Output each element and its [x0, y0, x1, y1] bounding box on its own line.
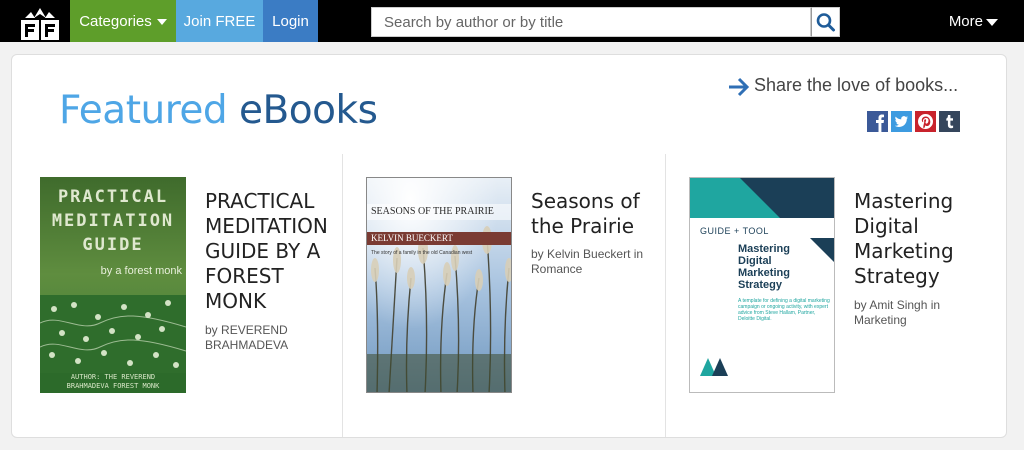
- categories-label: Categories: [79, 13, 152, 30]
- categories-menu-button[interactable]: Categories: [70, 0, 176, 42]
- top-nav-bar: Categories Join FREE Login More: [0, 0, 1024, 42]
- arrow-right-icon: [729, 77, 750, 97]
- cover-label: GUIDE + TOOL: [700, 226, 769, 236]
- cover-footer: AUTHOR: THE REVEREND BRAHMADEVA FOREST M…: [40, 373, 186, 391]
- cover-title: PRACTICAL MEDITATION GUIDE: [40, 185, 186, 257]
- more-menu-button[interactable]: More: [949, 0, 998, 44]
- category-link[interactable]: Marketing: [854, 313, 907, 327]
- cover-title-line: Strategy: [738, 279, 783, 291]
- column-divider: [342, 154, 343, 437]
- cover-title-line: Digital: [738, 255, 772, 267]
- cover-author: KELVIN BUECKERT: [371, 233, 453, 243]
- book-title-line: GUIDE BY A: [205, 239, 321, 263]
- book-title-line: MONK: [205, 289, 267, 313]
- heading-part-featured: Featured: [59, 88, 228, 133]
- byline-by: by: [531, 247, 544, 261]
- cover-title-line: Mastering: [738, 243, 790, 255]
- facebook-icon: [876, 114, 884, 132]
- search-bar: [371, 7, 840, 37]
- book-byline: by Amit Singh in Marketing: [854, 298, 989, 328]
- cover-title-line: PRACTICAL: [57, 187, 169, 207]
- pinterest-share-button[interactable]: [915, 111, 936, 132]
- cover-tagline: The story of a family in the old Canadia…: [371, 250, 473, 256]
- book-title[interactable]: Mastering Digital Marketing Strategy: [854, 189, 984, 289]
- book-title-line: Marketing: [854, 239, 954, 263]
- cover-title-line: GUIDE: [82, 235, 144, 255]
- cover-title: Mastering Digital Marketing Strategy: [738, 243, 790, 291]
- twitter-icon: [894, 116, 908, 127]
- cover-footer-line: BRAHMADEVA FOREST MONK: [66, 382, 160, 390]
- cover-author-band: KELVIN BUECKERT: [367, 232, 511, 245]
- facebook-share-button[interactable]: [867, 111, 888, 132]
- book-cover-seasons-of-the-prairie[interactable]: SEASONS OF THE PRAIRIE KELVIN BUECKERT T…: [366, 177, 512, 393]
- twitter-share-button[interactable]: [891, 111, 912, 132]
- book-title-line: PRACTICAL: [205, 189, 315, 213]
- byline-in: in: [633, 247, 644, 261]
- book-title-line: MEDITATION: [205, 214, 328, 238]
- byline-by: by: [205, 323, 218, 337]
- join-free-label: Join FREE: [183, 13, 256, 30]
- chevron-down-icon: [156, 19, 167, 26]
- author-link[interactable]: Kelvin Bueckert: [547, 247, 630, 261]
- book-title-line: Mastering: [854, 189, 954, 213]
- login-label: Login: [272, 13, 309, 30]
- cover-blurb: A template for defining a digital market…: [738, 298, 830, 322]
- cover-footer-line: AUTHOR: THE REVEREND: [70, 373, 156, 381]
- more-label: More: [948, 13, 983, 30]
- tumblr-icon: [946, 115, 954, 129]
- book-title-line: Seasons of: [531, 189, 640, 213]
- cover-title-line: MEDITATION: [51, 211, 175, 231]
- share-the-love-text: Share the love of books...: [754, 75, 959, 95]
- book-title[interactable]: PRACTICAL MEDITATION GUIDE BY A FOREST M…: [205, 189, 335, 314]
- featured-ebooks-heading: Featured eBooks: [59, 87, 378, 135]
- search-icon: [816, 13, 835, 32]
- login-button[interactable]: Login: [263, 0, 318, 42]
- join-free-button[interactable]: Join FREE: [176, 0, 263, 42]
- book-title-line: Digital: [854, 214, 919, 238]
- book-cover-practical-meditation[interactable]: PRACTICAL MEDITATION GUIDE by a forest m…: [40, 177, 186, 393]
- open-book-library-icon[interactable]: [19, 6, 61, 42]
- search-input[interactable]: [371, 7, 811, 37]
- featured-ebooks-panel: Featured eBooks Share the love of books.…: [11, 54, 1007, 438]
- byline-by: by: [854, 298, 867, 312]
- search-button[interactable]: [811, 7, 840, 37]
- chevron-down-icon: [986, 18, 998, 26]
- book-title-line: FOREST: [205, 264, 284, 288]
- heading-part-ebooks: eBooks: [239, 88, 378, 133]
- book-title[interactable]: Seasons of the Prairie: [531, 189, 661, 239]
- cover-subtitle: by a forest monk: [100, 265, 182, 277]
- cover-title-band: SEASONS OF THE PRAIRIE: [367, 204, 511, 220]
- author-link[interactable]: BRAHMADEVA: [205, 338, 288, 352]
- book-title-line: Strategy: [854, 264, 940, 288]
- tumblr-share-button[interactable]: [939, 111, 960, 132]
- book-cover-mastering-digital-marketing[interactable]: GUIDE + TOOL Mastering Digital Marketing…: [689, 177, 835, 393]
- book-title-line: the Prairie: [531, 214, 635, 238]
- book-byline: by Kelvin Bueckert in Romance: [531, 247, 666, 277]
- category-link[interactable]: Romance: [531, 262, 582, 276]
- book-byline: by REVEREND BRAHMADEVA: [205, 323, 335, 353]
- author-link[interactable]: Amit Singh: [869, 298, 927, 312]
- author-link[interactable]: REVEREND: [221, 323, 288, 337]
- cover-title-line: Marketing: [738, 267, 790, 279]
- byline-in: in: [930, 298, 941, 312]
- pinterest-icon: [918, 114, 933, 129]
- cover-title: SEASONS OF THE PRAIRIE: [371, 206, 494, 217]
- column-divider: [665, 154, 666, 437]
